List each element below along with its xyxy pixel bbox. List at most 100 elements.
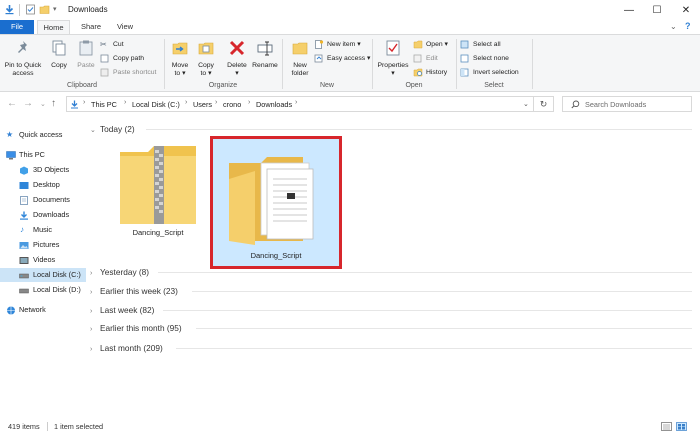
search-icon xyxy=(571,100,580,109)
easy-access-button[interactable]: Easy access ▾ xyxy=(314,52,370,65)
group-divider xyxy=(176,348,692,349)
breadcrumb-crono[interactable]: crono xyxy=(223,100,241,109)
organize-group-label: Organize xyxy=(208,82,238,89)
star-icon: ★ xyxy=(6,130,14,139)
tab-file[interactable]: File xyxy=(0,20,34,34)
copy-to-icon xyxy=(198,42,214,55)
pin-icon xyxy=(18,41,27,53)
group-label: Earlier this month (95) xyxy=(100,323,182,333)
recent-locations-icon[interactable]: ⌄ xyxy=(40,100,46,108)
delete-button[interactable]: Delete ▾ xyxy=(224,37,250,78)
maximize-button[interactable]: ☐ xyxy=(643,0,671,20)
details-view-icon[interactable] xyxy=(661,422,672,431)
group-header-yesterday[interactable]: › Yesterday (8) xyxy=(90,265,149,279)
downloads-location-icon xyxy=(71,100,78,109)
breadcrumb-separator: › xyxy=(185,99,188,106)
file-name: Dancing_Script xyxy=(250,251,302,260)
sidebar-item-label: This PC xyxy=(19,150,45,159)
pin-to-quick-access-button[interactable]: Pin to Quick access xyxy=(3,37,43,78)
breadcrumb-downloads[interactable]: Downloads xyxy=(256,100,292,109)
breadcrumb-local-disk[interactable]: Local Disk (C:) xyxy=(132,100,180,109)
properties-line2: ▾ xyxy=(391,70,395,77)
copy-button[interactable]: Copy xyxy=(46,37,72,70)
tab-home[interactable]: Home xyxy=(37,20,70,34)
close-button[interactable]: ✕ xyxy=(672,0,700,20)
properties-button[interactable]: Properties ▾ xyxy=(375,37,411,78)
computer-icon xyxy=(6,151,16,160)
rename-button[interactable]: Rename xyxy=(251,37,279,70)
invert-selection-button[interactable]: Invert selection xyxy=(460,66,519,79)
copy-to-line2: to ▾ xyxy=(200,70,212,77)
new-folder-line2: folder xyxy=(291,70,309,77)
breadcrumb-users[interactable]: Users xyxy=(193,100,212,109)
sidebar-item-3d-objects[interactable]: 3D Objects xyxy=(0,163,86,177)
sidebar-item-music[interactable]: ♪ Music xyxy=(0,223,86,237)
new-folder-button[interactable]: New folder xyxy=(286,37,314,78)
new-folder-icon xyxy=(292,42,308,55)
refresh-button[interactable]: ↻ xyxy=(534,96,554,112)
copy-to-button[interactable]: Copy to ▾ xyxy=(194,37,218,78)
new-folder-icon[interactable] xyxy=(39,4,50,15)
sidebar-item-desktop[interactable]: Desktop xyxy=(0,178,86,192)
paste-button[interactable]: Paste xyxy=(73,37,99,70)
properties-icon[interactable] xyxy=(25,4,36,15)
copy-path-button[interactable]: Copy path xyxy=(100,52,144,65)
collapse-ribbon-icon[interactable]: ⌄ xyxy=(670,22,677,31)
group-divider xyxy=(192,291,692,292)
group-header-last-month[interactable]: › Last month (209) xyxy=(90,341,163,355)
sidebar-item-downloads[interactable]: Downloads xyxy=(0,208,86,222)
chevron-down-icon: ⌄ xyxy=(90,127,96,134)
breadcrumb-separator: › xyxy=(295,99,298,106)
group-header-last-week[interactable]: › Last week (82) xyxy=(90,303,154,317)
group-header-earlier-this-week[interactable]: › Earlier this week (23) xyxy=(90,284,178,298)
up-arrow-icon[interactable]: ↑ xyxy=(51,98,56,109)
group-header-today[interactable]: ⌄ Today (2) xyxy=(90,122,135,136)
file-item-zip[interactable]: Dancing_Script xyxy=(108,138,208,248)
sidebar-item-videos[interactable]: Videos xyxy=(0,253,86,267)
drive-icon xyxy=(19,273,29,279)
selection-count: 1 item selected xyxy=(54,422,104,431)
back-arrow-icon[interactable]: ← xyxy=(7,98,17,109)
sidebar-item-network[interactable]: Network xyxy=(0,303,86,317)
cut-button[interactable]: ✂ Cut xyxy=(100,38,124,51)
chevron-right-icon: › xyxy=(90,270,93,277)
select-all-button[interactable]: Select all xyxy=(460,38,501,51)
paste-icon xyxy=(79,40,93,56)
sidebar-item-pictures[interactable]: Pictures xyxy=(0,238,86,252)
tab-share[interactable]: Share xyxy=(76,20,106,34)
sidebar-item-documents[interactable]: Documents xyxy=(0,193,86,207)
file-name: Dancing_Script xyxy=(132,228,184,237)
new-item-button[interactable]: New item ▾ xyxy=(314,38,361,51)
edit-button[interactable]: Edit xyxy=(413,52,438,65)
history-icon xyxy=(413,68,423,77)
sidebar-item-this-pc[interactable]: This PC xyxy=(0,148,86,162)
minimize-button[interactable]: — xyxy=(615,0,643,20)
help-icon[interactable]: ? xyxy=(685,21,691,31)
sidebar-item-local-disk-d[interactable]: Local Disk (D:) xyxy=(0,283,86,297)
address-bar[interactable]: › This PC › Local Disk (C:) › Users › cr… xyxy=(66,96,534,112)
document-icon xyxy=(20,196,28,205)
move-to-button[interactable]: Move to ▾ xyxy=(168,37,192,78)
select-all-label: Select all xyxy=(473,41,501,48)
customize-quick-access-icon[interactable]: ▾ xyxy=(53,5,57,13)
paste-label: Paste xyxy=(77,62,95,69)
delete-icon xyxy=(229,40,245,56)
tab-view[interactable]: View xyxy=(110,20,140,34)
paste-shortcut-button[interactable]: Paste shortcut xyxy=(100,66,156,79)
address-dropdown-icon[interactable]: ⌄ xyxy=(523,100,529,108)
select-none-icon xyxy=(460,54,469,63)
sidebar-item-local-disk-c[interactable]: Local Disk (C:) xyxy=(0,268,86,282)
search-input[interactable]: Search Downloads xyxy=(562,96,692,112)
file-item-folder-selected[interactable]: Dancing_Script xyxy=(210,136,342,269)
open-button[interactable]: Open ▾ xyxy=(413,38,448,51)
breadcrumb-separator: › xyxy=(124,99,127,106)
breadcrumb-this-pc[interactable]: This PC xyxy=(91,100,117,109)
select-none-button[interactable]: Select none xyxy=(460,52,509,65)
large-icons-view-icon[interactable] xyxy=(676,422,687,431)
history-button[interactable]: History xyxy=(413,66,447,79)
group-header-earlier-this-month[interactable]: › Earlier this month (95) xyxy=(90,321,182,335)
title-bar: ▾ Downloads — ☐ ✕ xyxy=(0,0,700,20)
forward-arrow-icon[interactable]: → xyxy=(23,98,33,109)
sidebar-item-quick-access[interactable]: ★ Quick access xyxy=(0,128,86,142)
copy-to-line1: Copy xyxy=(198,62,214,69)
